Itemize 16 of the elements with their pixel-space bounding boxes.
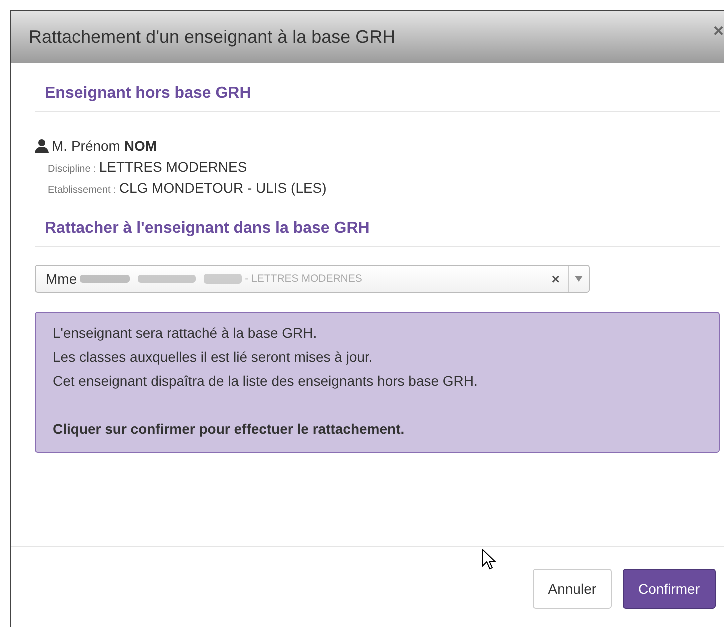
section-heading: Enseignant hors base GRH [35,85,720,112]
clear-button[interactable]: × [544,271,568,287]
field-label: Etablissement : [48,185,116,196]
section-heading: Rattacher à l'enseignant dans la base GRH [35,220,720,247]
caret-icon[interactable] [575,276,583,282]
confirm-button[interactable]: Confirmer [622,569,716,609]
cancel-button[interactable]: Annuler [533,569,612,609]
mouse-pointer-icon [482,549,496,571]
field-value: LETTRES MODERNES [99,159,248,175]
info-alert: L'enseignant sera rattaché à la base GRH. Les classes auxquelles il est lié seront mises à jour. Cet enseignant dispaîtra de la liste des enseignants hors base GRH. Cliquer sur confirmer pour effectuer le rattachement. [35,312,720,453]
teacher-select[interactable]: Mme - LETTRES MODERNES × [35,265,590,293]
user-icon [35,139,49,153]
dialog-title: Rattachement d'un enseignant à la base GRH [29,26,396,48]
field-label: Discipline : [48,164,96,175]
teacher-name: M. Prénom NOM [52,138,158,154]
field-value: CLG MONDETOUR - ULIS (LES) [119,180,327,196]
